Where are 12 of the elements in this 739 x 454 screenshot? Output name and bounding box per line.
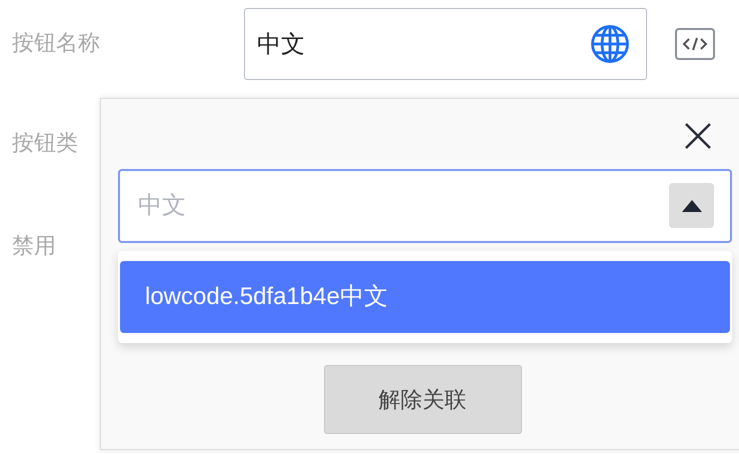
field-label: 按钮类 — [12, 130, 78, 155]
globe-icon[interactable] — [589, 23, 631, 65]
field-label: 按钮名称 — [12, 30, 100, 55]
search-input[interactable]: 中文 — [118, 169, 732, 243]
field-label: 禁用 — [12, 233, 56, 258]
collapse-button[interactable] — [669, 183, 714, 228]
unlink-button[interactable]: 解除关联 — [324, 365, 522, 434]
up-triangle-icon — [682, 200, 702, 212]
code-icon[interactable] — [675, 28, 715, 60]
name-input[interactable]: 中文 — [244, 8, 647, 80]
dropdown-option[interactable]: lowcode.5dfa1b4e中文 — [120, 261, 730, 333]
close-icon[interactable] — [683, 121, 713, 151]
